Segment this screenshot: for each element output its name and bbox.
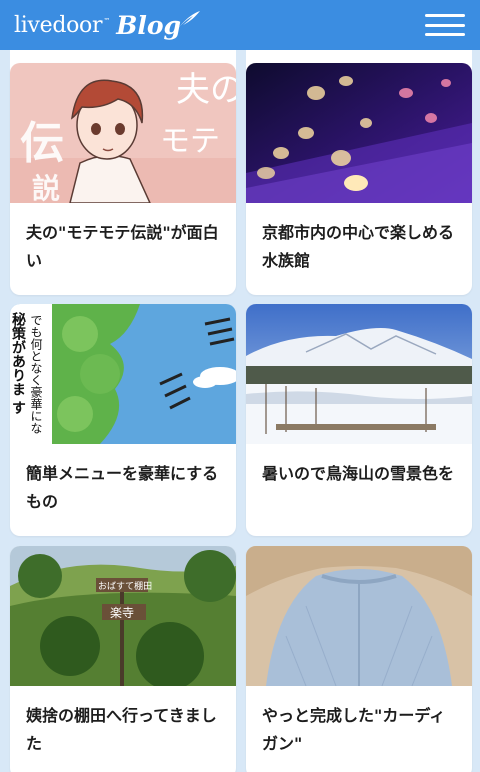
sign-text: おばすて棚田 (98, 580, 152, 592)
article-title: 簡単メニューを豪華にするもの (26, 464, 219, 511)
article-title: 京都市内の中心で楽しめる水族館 (262, 223, 455, 270)
menu-line-icon (425, 33, 465, 36)
article-card[interactable]: でも何となく豪華にな 秘策がありま す 簡単メニューを豪華にするもの (10, 304, 236, 536)
article-card[interactable]: やっと完成した"カーディガン" (246, 546, 472, 772)
comic-text: でも何となく豪華にな (29, 314, 43, 434)
manga-text: モテ (160, 124, 220, 159)
manga-text: 伝 (20, 118, 64, 169)
comic-text: 秘策がありま す (10, 311, 27, 415)
article-thumbnail (246, 546, 472, 686)
menu-line-icon (425, 23, 465, 27)
article-thumbnail (246, 63, 472, 203)
hamburger-menu-button[interactable] (423, 10, 467, 40)
article-title: 夫の"モテモテ伝説"が面白い (26, 223, 219, 270)
logo-blog: Blog (116, 10, 182, 40)
article-thumbnail (246, 304, 472, 444)
menu-line-icon (425, 14, 465, 17)
logo-trademark: ™ (103, 17, 111, 25)
article-card[interactable]: 京都市内の中心で楽しめる水族館 (246, 63, 472, 295)
article-title: やっと完成した"カーディガン" (262, 706, 446, 753)
sign-text: 楽寺 (110, 606, 134, 620)
feather-icon (177, 11, 201, 29)
article-thumbnail: 伝 説 夫の モテ (10, 63, 236, 203)
article-card[interactable]: 伝 説 夫の モテ 夫の"モテモテ伝説"が面白い (10, 63, 236, 295)
app-header: livedoor ™ Blog (0, 0, 480, 50)
article-thumbnail: おばすて棚田 楽寺 (10, 546, 236, 686)
article-title: 暑いので鳥海山の雪景色を (262, 464, 455, 483)
manga-text: 夫の (176, 70, 236, 110)
article-title: 姨捨の棚田へ行ってきました (26, 706, 217, 753)
article-card[interactable]: 暑いので鳥海山の雪景色を (246, 304, 472, 536)
article-thumbnail: でも何となく豪華にな 秘策がありま す (10, 304, 236, 444)
manga-text: 説 (32, 172, 60, 203)
article-card[interactable]: おばすて棚田 楽寺 姨捨の棚田へ行ってきました (10, 546, 236, 772)
livedoor-blog-logo[interactable]: livedoor ™ Blog (14, 11, 201, 40)
logo-brand: livedoor (14, 12, 103, 38)
